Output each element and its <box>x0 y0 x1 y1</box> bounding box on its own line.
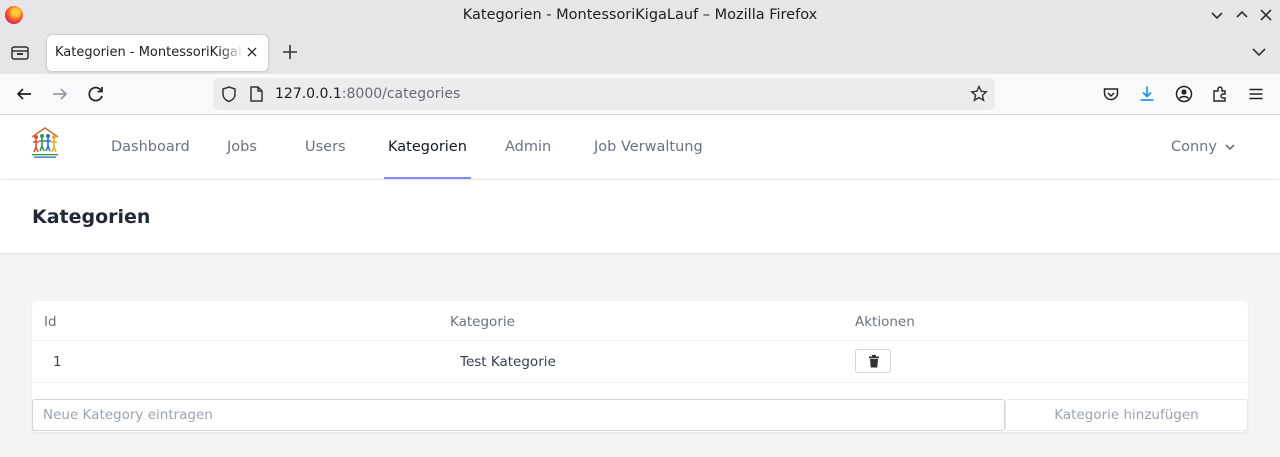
forward-icon <box>49 83 71 105</box>
nav-job-verwaltung[interactable]: Job Verwaltung <box>590 115 707 179</box>
cell-id: 1 <box>53 354 62 370</box>
browser-toolbar: 127.0.0.1:8000/categories <box>0 74 1280 115</box>
column-header-kategorie: Kategorie <box>450 314 515 330</box>
page-title: Kategorien <box>32 206 151 228</box>
user-name: Conny <box>1171 139 1217 155</box>
chevron-down-icon <box>1225 116 1235 180</box>
nav-dashboard[interactable]: Dashboard <box>107 115 194 179</box>
firefox-view-icon[interactable] <box>9 41 31 63</box>
url-text[interactable]: 127.0.0.1:8000/categories <box>275 86 460 102</box>
nav-jobs[interactable]: Jobs <box>223 115 261 179</box>
delete-category-button[interactable] <box>855 349 891 373</box>
url-bar[interactable]: 127.0.0.1:8000/categories <box>213 78 995 110</box>
new-category-input[interactable] <box>32 399 1005 431</box>
extensions-icon[interactable] <box>1209 83 1231 105</box>
back-icon[interactable] <box>13 83 35 105</box>
close-window-icon[interactable] <box>1255 4 1277 26</box>
window-title: Kategorien - MontessoriKigaLauf – Mozill… <box>462 7 818 23</box>
trash-icon <box>869 355 879 368</box>
bookmark-star-icon[interactable] <box>968 83 990 105</box>
url-path: :8000/categories <box>341 86 461 102</box>
tab-title: Kategorien - MontessoriKigaLauf <box>55 45 243 60</box>
new-tab-icon[interactable] <box>279 41 301 63</box>
tab-strip: Kategorien - MontessoriKigaLauf <box>0 32 1280 74</box>
pocket-icon[interactable] <box>1100 83 1122 105</box>
row-divider <box>32 382 1248 383</box>
account-icon[interactable] <box>1173 83 1195 105</box>
column-header-aktionen: Aktionen <box>855 314 915 330</box>
categories-card: Id Kategorie Aktionen 1 Test Kategorie K… <box>32 301 1248 432</box>
downloads-icon[interactable] <box>1136 83 1158 105</box>
shield-icon[interactable] <box>218 83 240 105</box>
column-header-id: Id <box>44 314 57 330</box>
nav-kategorien[interactable]: Kategorien <box>384 115 471 179</box>
user-menu[interactable]: Conny <box>1171 115 1235 179</box>
window-titlebar: Kategorien - MontessoriKigaLauf – Mozill… <box>0 0 1280 32</box>
app-navigation: Dashboard Jobs Users Kategorien Admin Jo… <box>0 115 1280 180</box>
nav-users[interactable]: Users <box>301 115 350 179</box>
reload-icon[interactable] <box>85 83 107 105</box>
url-host: 127.0.0.1 <box>275 86 342 102</box>
page-header: Kategorien <box>0 180 1280 253</box>
tab-close-icon[interactable] <box>243 43 261 61</box>
list-all-tabs-icon[interactable] <box>1248 41 1270 63</box>
minimize-icon[interactable] <box>1206 4 1228 26</box>
add-category-button[interactable]: Kategorie hinzufügen <box>1005 399 1248 431</box>
cell-category: Test Kategorie <box>460 354 556 370</box>
header-divider <box>32 340 1248 341</box>
nav-admin[interactable]: Admin <box>501 115 555 179</box>
app-logo[interactable] <box>30 127 60 159</box>
maximize-icon[interactable] <box>1231 4 1253 26</box>
page-info-icon[interactable] <box>245 83 267 105</box>
menu-icon[interactable] <box>1245 83 1267 105</box>
browser-tab-active[interactable]: Kategorien - MontessoriKigaLauf <box>47 35 268 71</box>
